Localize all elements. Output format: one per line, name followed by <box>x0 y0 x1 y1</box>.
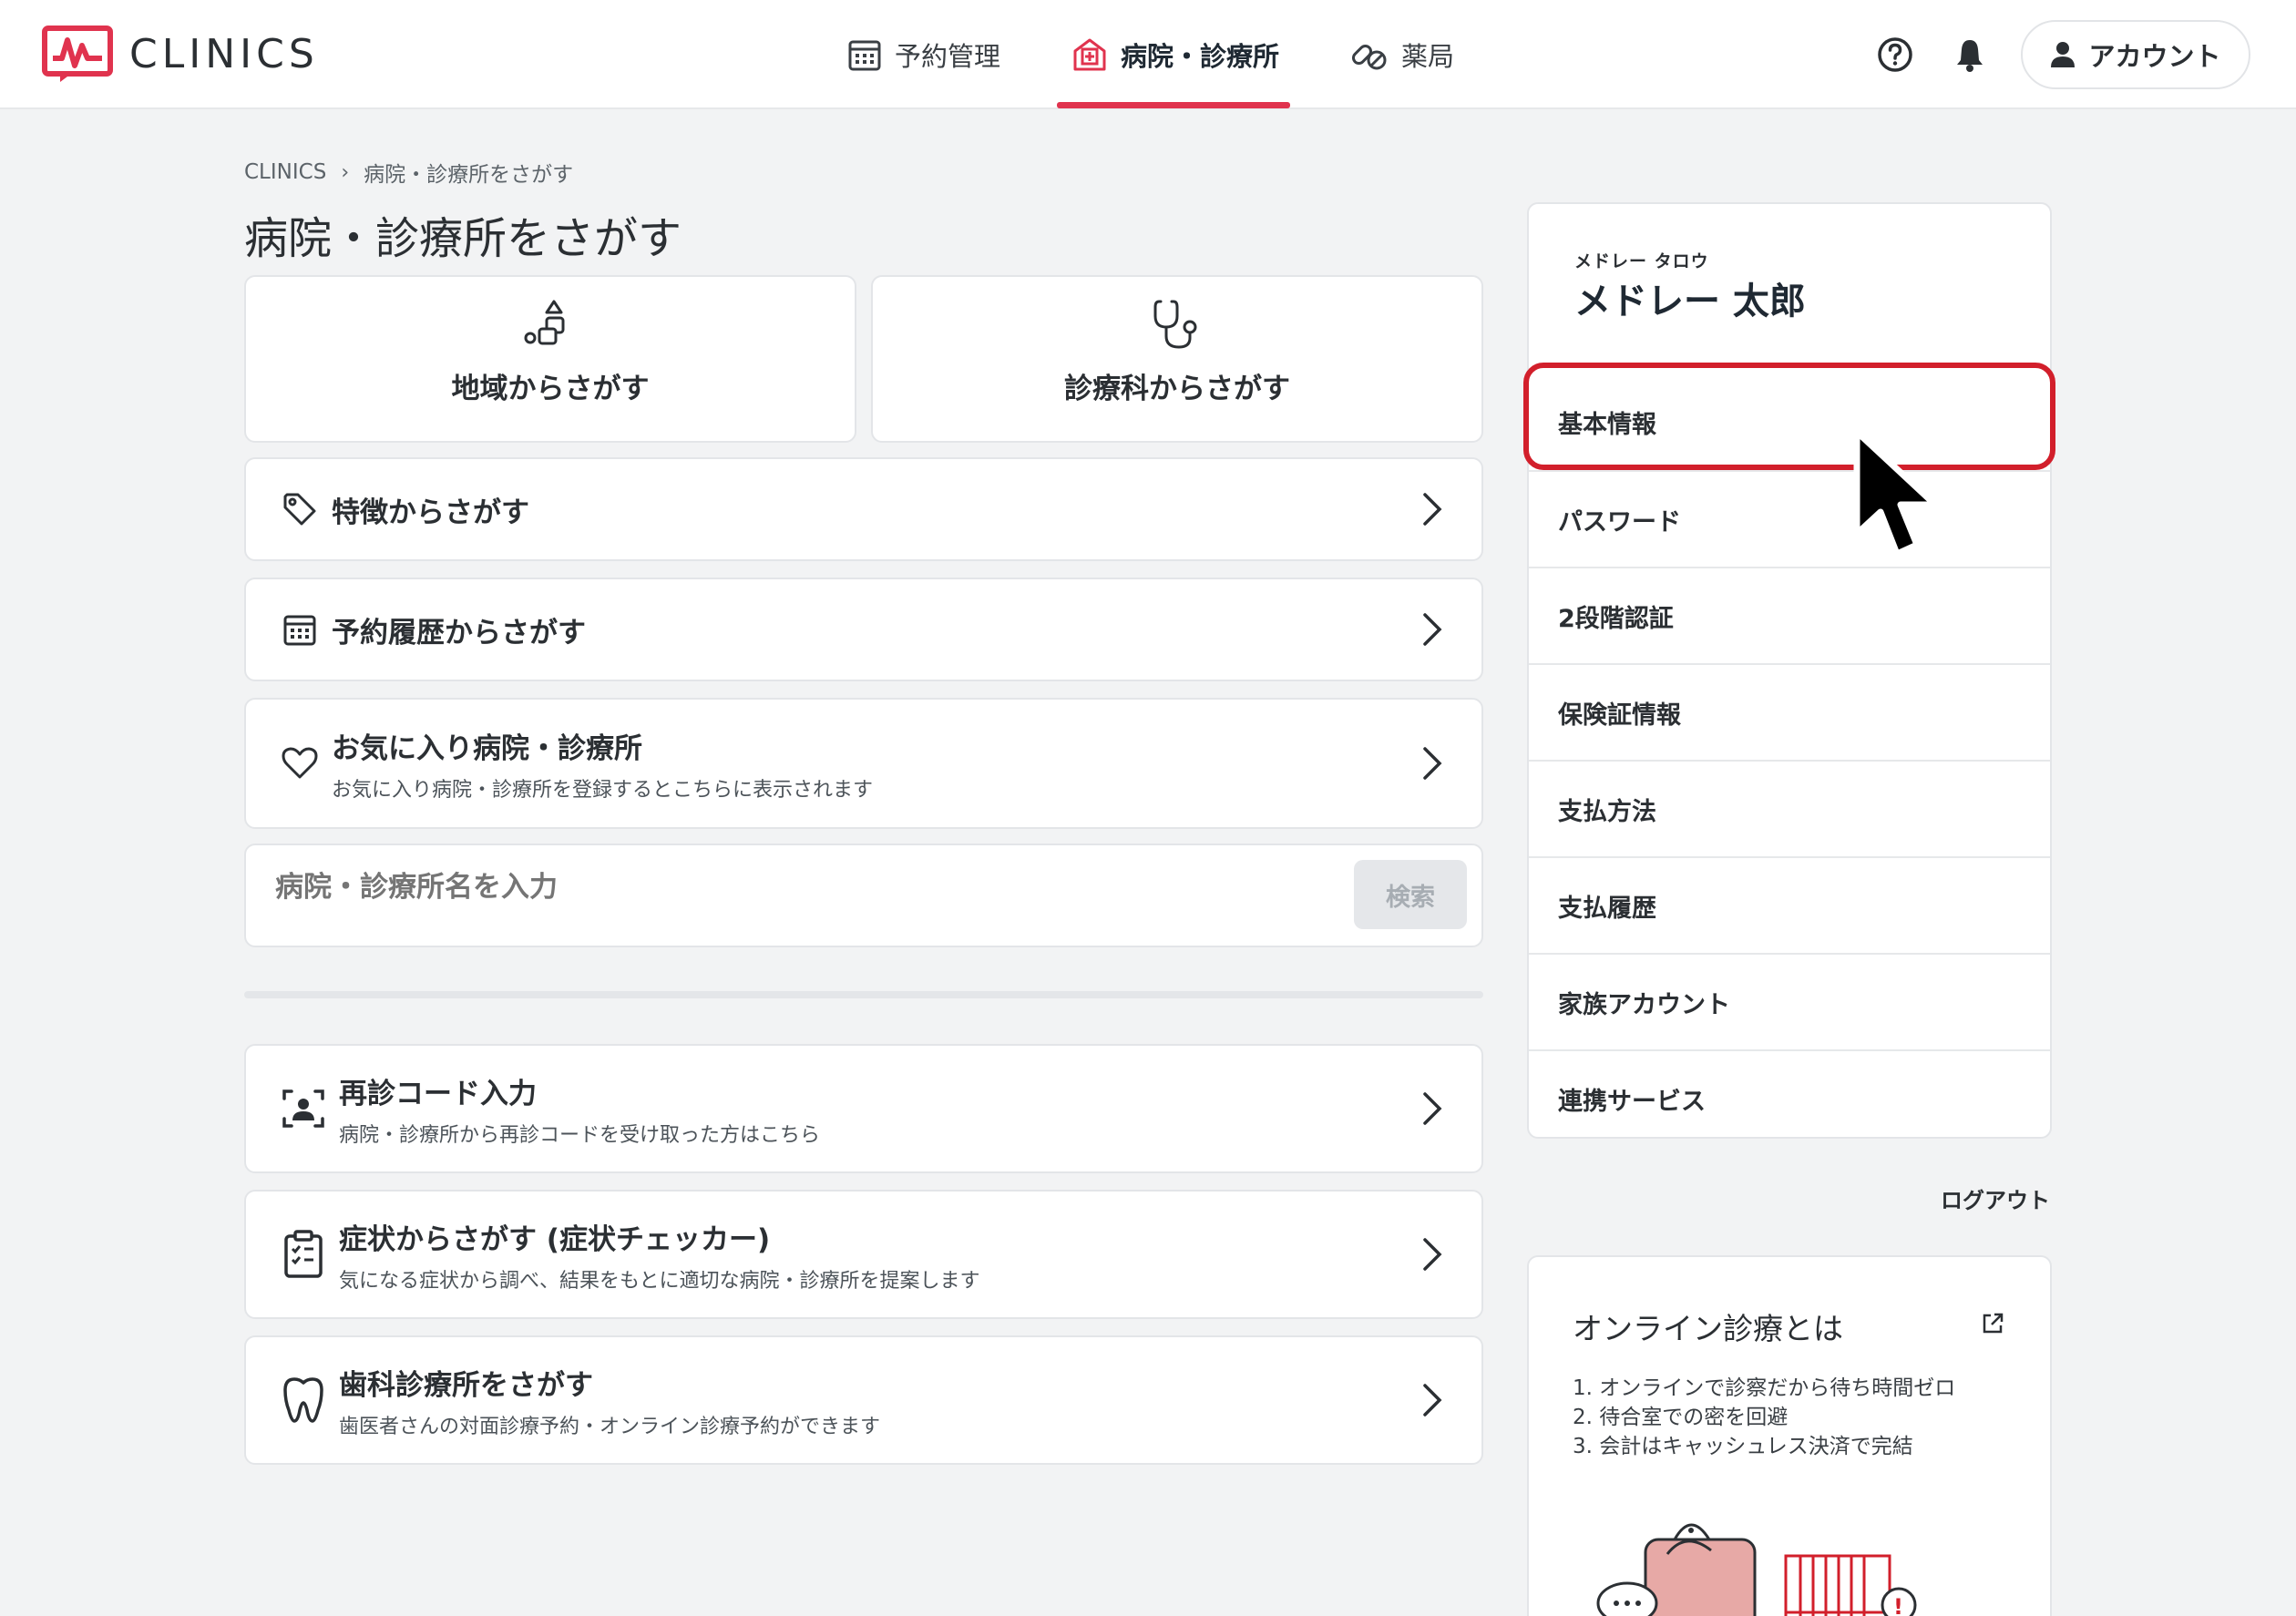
clipboard-check-icon <box>281 1229 326 1280</box>
region-search-tile[interactable]: 地域からさがす <box>244 275 856 443</box>
revisit-code-subtitle: 病院・診療所から再診コードを受け取った方はこちら <box>339 1123 821 1147</box>
chevron-right-icon <box>1423 1092 1442 1125</box>
breadcrumb-root[interactable]: CLINICS <box>244 160 326 184</box>
bell-icon[interactable] <box>1952 36 1988 73</box>
menu-item-password[interactable]: パスワード <box>1529 470 2050 567</box>
feature-search-title: 特徴からさがす <box>332 496 529 529</box>
nav-pharmacy[interactable]: 薬局 <box>1348 0 1454 109</box>
user-name-kana: メドレー タロウ <box>1574 251 1709 271</box>
menu-item-linked-services[interactable]: 連携サービス <box>1529 1049 2050 1137</box>
nav-label: 病院・診療所 <box>1121 41 1280 72</box>
chevron-right-icon <box>1423 747 1442 780</box>
menu-item-family-account[interactable]: 家族アカウント <box>1529 953 2050 1049</box>
chevron-right-icon: › <box>341 160 350 184</box>
svg-text:!: ! <box>1893 1594 1903 1616</box>
page-title: 病院・診療所をさがす <box>244 213 682 264</box>
department-search-tile[interactable]: 診療科からさがす <box>871 275 1483 443</box>
online-consultation-title: オンライン診療とは <box>1573 1311 1843 1346</box>
search-button[interactable]: 検索 <box>1354 860 1467 929</box>
nav-reservations[interactable]: 予約管理 <box>847 0 1000 109</box>
active-tab-indicator <box>1057 102 1290 108</box>
symptom-checker-subtitle: 気になる症状から調べ、結果をもとに適切な病院・診療所を提案します <box>339 1269 980 1293</box>
feature-search-row[interactable]: 特徴からさがす <box>244 457 1483 561</box>
menu-item-insurance[interactable]: 保険証情報 <box>1529 663 2050 760</box>
chevron-right-icon <box>1423 1384 1442 1417</box>
clinics-logo[interactable]: CLINICS <box>42 26 319 82</box>
dental-search-title: 歯科診療所をさがす <box>339 1368 593 1402</box>
tag-icon <box>281 490 319 528</box>
dental-search-row[interactable]: 歯科診療所をさがす 歯医者さんの対面診療予約・オンライン診療予約ができます <box>244 1335 1483 1465</box>
dental-search-subtitle: 歯医者さんの対面診療予約・オンライン診療予約ができます <box>339 1415 881 1438</box>
stethoscope-icon <box>1153 300 1197 349</box>
nav-hospitals[interactable]: 病院・診療所 <box>1071 0 1279 109</box>
blocks-icon <box>524 300 565 345</box>
menu-item-two-factor[interactable]: 2段階認証 <box>1529 567 2050 663</box>
hospital-icon <box>1073 38 1106 71</box>
pills-icon <box>1351 44 1387 70</box>
calendar-icon <box>848 40 881 71</box>
history-search-title: 予約履歴からさがす <box>332 616 586 649</box>
revisit-code-title: 再診コード入力 <box>339 1077 537 1110</box>
list-item: 1. オンラインで診察だから待ち時間ゼロ <box>1573 1376 1956 1400</box>
clinics-logo-icon <box>42 26 113 82</box>
favorites-title: お気に入り病院・診療所 <box>332 731 642 765</box>
nav-label: 予約管理 <box>895 41 1001 72</box>
menu-item-payment-history[interactable]: 支払履歴 <box>1529 856 2050 953</box>
breadcrumb-current: 病院・診療所をさがす <box>364 163 574 187</box>
account-label: アカウント <box>2088 41 2221 72</box>
favorites-subtitle: お気に入り病院・診療所を登録するとこちらに表示されます <box>332 778 874 802</box>
top-header: CLINICS 予約管理 病院・診療所 薬局 アカウント <box>0 0 2296 109</box>
logout-link[interactable]: ログアウト <box>1941 1182 2050 1214</box>
external-link-icon <box>1983 1313 2004 1334</box>
highlight-box <box>1523 363 2055 470</box>
list-item: 2. 待合室での密を回避 <box>1573 1406 1789 1429</box>
account-menu-panel: メドレー タロウ メドレー 太郎 基本情報 パスワード 2段階認証 保険証情報 … <box>1527 202 2052 1139</box>
clinic-search-input[interactable] <box>275 871 1296 904</box>
mouse-cursor-icon <box>1853 428 1939 557</box>
online-consultation-list: 1. オンラインで診察だから待ち時間ゼロ 2. 待合室での密を回避 3. 会計は… <box>1573 1374 1955 1461</box>
user-name: メドレー 太郎 <box>1574 281 1806 322</box>
heart-icon <box>281 744 319 782</box>
user-icon <box>2051 42 2076 67</box>
chevron-right-icon <box>1423 493 1442 526</box>
clinic-search-box: 検索 <box>244 844 1483 947</box>
online-consultation-card[interactable]: オンライン診療とは 1. オンラインで診察だから待ち時間ゼロ 2. 待合室での密… <box>1527 1255 2052 1616</box>
symptom-checker-row[interactable]: 症状からさがす (症状チェッカー) 気になる症状から調べ、結果をもとに適切な病院… <box>244 1190 1483 1319</box>
region-search-label: 地域からさがす <box>451 373 650 405</box>
list-item: 3. 会計はキャッシュレス決済で完結 <box>1573 1435 1913 1458</box>
history-search-row[interactable]: 予約履歴からさがす <box>244 578 1483 681</box>
help-icon[interactable] <box>1877 36 1913 73</box>
face-scan-icon <box>281 1086 326 1131</box>
chevron-right-icon <box>1423 613 1442 646</box>
account-button[interactable]: アカウント <box>2021 20 2250 89</box>
nav-label: 薬局 <box>1401 41 1455 72</box>
chevron-right-icon <box>1423 1238 1442 1271</box>
revisit-code-row[interactable]: 再診コード入力 病院・診療所から再診コードを受け取った方はこちら <box>244 1044 1483 1173</box>
online-consultation-illustration: ! <box>1596 1523 1917 1616</box>
menu-item-payment-method[interactable]: 支払方法 <box>1529 760 2050 856</box>
symptom-checker-title: 症状からさがす (症状チェッカー) <box>339 1222 771 1256</box>
department-search-label: 診療科からさがす <box>1064 373 1290 405</box>
calendar-icon <box>281 610 319 649</box>
section-divider <box>244 991 1483 998</box>
favorites-row[interactable]: お気に入り病院・診療所 お気に入り病院・診療所を登録するとこちらに表示されます <box>244 698 1483 829</box>
brand-name: CLINICS <box>129 30 319 77</box>
tooth-icon <box>281 1375 326 1426</box>
breadcrumb: CLINICS › 病院・診療所をさがす <box>244 157 573 188</box>
